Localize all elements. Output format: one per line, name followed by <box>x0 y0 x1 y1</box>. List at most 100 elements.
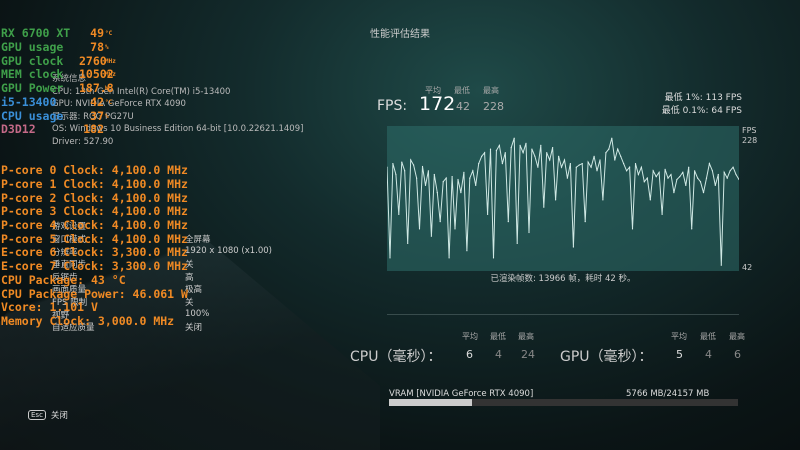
fps-point <box>395 173 397 176</box>
osd-row: i5-13400 42 °C <box>1 94 188 110</box>
osd-value: 2760 <box>79 53 107 68</box>
osd-value: 182 <box>83 122 104 137</box>
close-button[interactable]: Esc 关闭 <box>28 409 68 421</box>
osd-unit: % <box>105 44 109 52</box>
fps-max: 228 <box>483 100 504 113</box>
fps-point <box>578 164 580 166</box>
cpu-max: 24 <box>521 348 535 361</box>
fps-point <box>623 163 625 165</box>
fps-point <box>513 137 515 139</box>
fps-point <box>401 161 403 163</box>
fps-max-header: 最高 <box>483 86 499 95</box>
fps-point <box>466 250 468 252</box>
fps-point <box>540 144 542 146</box>
fps-point <box>602 199 604 201</box>
osd-unit: W <box>105 85 109 93</box>
fps-point <box>460 192 462 194</box>
fps-point <box>563 159 566 161</box>
cpu-avg-header: 平均 <box>462 332 478 341</box>
fps-point <box>611 137 613 139</box>
fps-point <box>481 155 483 157</box>
fps-point <box>634 163 637 165</box>
fps-point <box>407 242 409 244</box>
fps-point <box>504 152 506 154</box>
fps-series-line <box>386 138 740 266</box>
fps-point <box>646 177 648 179</box>
fps-point <box>596 170 598 172</box>
fps-chart-svg <box>386 137 740 266</box>
fps-point <box>522 152 524 154</box>
fps-point <box>617 148 619 150</box>
fps-point <box>546 152 548 154</box>
fps-chart <box>386 126 740 271</box>
fps-point <box>676 178 678 181</box>
osd-value: 10502 <box>79 67 114 82</box>
osd-label: D3D12 <box>1 122 36 137</box>
fps-point <box>398 213 400 215</box>
osd-label: i5-13400 <box>1 94 57 109</box>
setting-value: 100% <box>185 308 210 319</box>
fps-point <box>629 166 631 168</box>
fps-point <box>454 228 456 230</box>
cpu-min: 4 <box>495 348 502 361</box>
fps-point <box>670 173 672 176</box>
vram-bar <box>389 399 738 406</box>
fps-point <box>667 177 669 179</box>
gpu-max: 6 <box>734 348 741 361</box>
osd-row: GPU clock 2760 MHz <box>1 53 188 69</box>
osd-label: CPU usage <box>1 108 64 123</box>
fps-point <box>469 177 471 179</box>
fps-point <box>685 184 687 186</box>
fps-point <box>699 181 702 183</box>
fps-point <box>463 171 465 173</box>
osd-unit: MHz <box>105 71 116 79</box>
setting-value: 1920 x 1080 (x1.00) <box>185 245 272 256</box>
fps-point <box>552 147 554 149</box>
fps-point <box>566 177 568 179</box>
fps-low-01: 最低 0.1%: 64 FPS <box>661 106 742 116</box>
osd-label: GPU Power <box>1 81 64 96</box>
esc-key-icon: Esc <box>28 410 46 420</box>
osd-unit: MHz <box>105 57 116 65</box>
fps-point <box>640 166 642 168</box>
osd-line: E-core 6 Clock: 3,300.0 MHz <box>1 245 188 260</box>
gpu-avg: 5 <box>676 348 683 361</box>
fps-point <box>537 166 539 168</box>
fps-point <box>498 144 500 146</box>
fps-point <box>392 163 394 165</box>
fps-point <box>664 168 666 170</box>
fps-point <box>501 163 503 165</box>
fps-point <box>620 155 622 157</box>
fps-point <box>555 199 557 201</box>
fps-point <box>732 166 734 168</box>
fps-point <box>717 173 719 176</box>
gpu-max-header: 最高 <box>729 332 745 341</box>
fps-point <box>489 148 492 150</box>
setting-value: 全屏幕 <box>185 235 211 245</box>
fps-point <box>436 192 438 194</box>
fps-point <box>495 149 497 152</box>
fps-point <box>478 163 480 165</box>
fps-point <box>528 231 530 234</box>
close-label: 关闭 <box>50 411 68 421</box>
fps-point <box>590 166 592 168</box>
fps-point <box>430 235 432 237</box>
fps-label: FPS: <box>377 98 408 114</box>
osd-row: GPU usage 78% <box>1 40 188 55</box>
osd-row: CPU usage 37% <box>1 108 188 124</box>
fps-point <box>691 228 693 230</box>
fps-min-header: 最低 <box>454 86 470 95</box>
fps-point <box>448 257 450 259</box>
fps-low-1: 最低 1%: 113 FPS <box>664 93 742 103</box>
fps-point <box>682 171 684 173</box>
osd-line: P-core 3 Clock: 4,100.0 MHz <box>1 204 188 219</box>
fps-point <box>413 164 415 166</box>
fps-point <box>714 184 716 186</box>
rendered-frames: 已渲染帧数: 13966 帧，耗时 42 秒。 <box>490 274 636 284</box>
fps-min: 42 <box>456 100 470 113</box>
fps-point <box>599 159 601 161</box>
osd-line: P-core 4 Clock: 4,100.0 MHz <box>1 218 188 233</box>
fps-point <box>519 144 521 146</box>
vram-bar-fill <box>389 399 473 406</box>
fps-point <box>569 163 571 165</box>
